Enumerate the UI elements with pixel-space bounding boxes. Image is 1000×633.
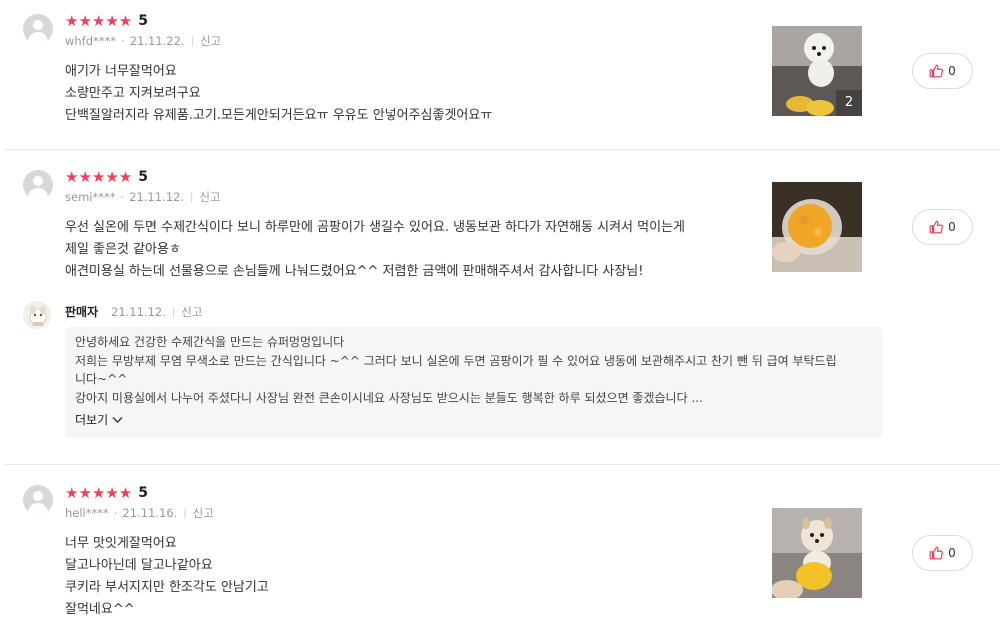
rating-stars: ★★★★★ 5 (65, 485, 148, 501)
seller-name: 판매자 (65, 305, 99, 319)
rating-score: 5 (138, 13, 148, 29)
rating-score: 5 (138, 485, 148, 501)
reply-date: 21.11.12. (111, 305, 166, 319)
review-photo[interactable] (772, 508, 862, 598)
like-count: 0 (948, 64, 956, 78)
review-line: 쿠키라 부서지지만 한조각도 안남기고 (65, 580, 269, 595)
review-line: 우선 실온에 두면 수제간식이다 보니 하루만에 곰팡이가 생길수 있어요. 냉… (65, 220, 685, 235)
like-button[interactable]: 0 (912, 53, 973, 89)
thumbs-up-icon (929, 64, 944, 78)
review-line: 소량만주고 지켜보려구요 (65, 86, 201, 101)
report-link[interactable]: 신고 (181, 304, 202, 320)
review-meta: whfd**** · 21.11.22. | 신고 (65, 33, 222, 49)
chevron-down-icon (112, 417, 123, 424)
reply-line: 저희는 무방부제 무염 무색소로 만드는 간식입니다 ~^^ 그러다 보니 실온… (75, 353, 837, 368)
photo-count-badge: 2 (836, 90, 862, 116)
seller-meta: 21.11.12. | 신고 (111, 304, 203, 320)
rating-stars: ★★★★★ 5 (65, 169, 148, 185)
like-count: 0 (948, 220, 956, 234)
username: hell**** (65, 506, 109, 520)
user-avatar-icon (23, 14, 53, 44)
report-link[interactable]: 신고 (193, 505, 214, 521)
star-rating-icons: ★★★★★ (65, 167, 133, 186)
thumbs-up-icon (929, 546, 944, 560)
username: whfd**** (65, 34, 117, 48)
review-photo[interactable]: 2 (772, 26, 862, 116)
username: semi**** (65, 190, 116, 204)
seller-avatar (23, 301, 51, 329)
review-line: 애견미용실 하는데 선물용으로 손님들께 나눠드렸어요^^ 저렴한 금액에 판매… (65, 264, 644, 279)
report-link[interactable]: 신고 (200, 33, 221, 49)
seller-reply-box: 안녕하세요 건강한 수제간식을 만드는 슈퍼멍멍입니다 저희는 무방부제 무염 … (65, 327, 882, 438)
seller-logo-icon (29, 306, 47, 326)
review-text: 우선 실온에 두면 수제간식이다 보니 하루만에 곰팡이가 생길수 있어요. 냉… (65, 217, 685, 283)
review-divider (5, 149, 1000, 150)
review-date: 21.11.22. (129, 34, 185, 48)
user-avatar-icon (23, 170, 53, 200)
review-date: 21.11.16. (122, 506, 178, 520)
more-button[interactable]: 더보기 (75, 411, 123, 430)
user-avatar-icon (23, 485, 53, 515)
review-meta: hell**** · 21.11.16. | 신고 (65, 505, 214, 521)
reply-line: 안녕하세요 건강한 수제간식을 만드는 슈퍼멍멍입니다 (75, 335, 345, 349)
report-link[interactable]: 신고 (199, 189, 220, 205)
review-photo[interactable] (772, 182, 862, 272)
review-line: 달고나아닌데 달고나같아요 (65, 558, 213, 573)
review-line: 애기가 너무잘먹어요 (65, 64, 177, 79)
like-button[interactable]: 0 (912, 209, 973, 245)
review-date: 21.11.12. (129, 190, 184, 204)
rating-score: 5 (138, 169, 148, 185)
more-label: 더보기 (75, 413, 109, 427)
like-button[interactable]: 0 (912, 535, 973, 571)
review-divider (5, 464, 1000, 465)
star-rating-icons: ★★★★★ (65, 483, 133, 502)
review-text: 너무 맛잇게잘먹어요 달고나아닌데 달고나같아요 쿠키라 부서지지만 한조각도 … (65, 533, 269, 621)
reply-line: 강아지 미용실에서 나누어 주셨다니 사장님 완전 큰손이시네요 사장님도 받으… (75, 390, 703, 405)
dog-photo-image (772, 508, 862, 598)
review-meta: semi**** · 21.11.12. | 신고 (65, 189, 221, 205)
review-line: 잘먹네요^^ (65, 602, 135, 617)
thumbs-up-icon (929, 220, 944, 234)
reply-line: 니다~^^ (75, 372, 128, 386)
review-line: 단백질알러지라 유제품.고기.모든게안되거든요ㅠ 우유도 안넣어주심좋겟어요ㅠ (65, 108, 493, 123)
review-line: 제일 좋은것 같아용ㅎ (65, 242, 181, 257)
rating-stars: ★★★★★ 5 (65, 13, 148, 29)
review-text: 애기가 너무잘먹어요 소량만주고 지켜보려구요 단백질알러지라 유제품.고기.모… (65, 61, 492, 127)
like-count: 0 (948, 546, 956, 560)
review-line: 너무 맛잇게잘먹어요 (65, 536, 177, 551)
snack-photo-image (772, 182, 862, 272)
star-rating-icons: ★★★★★ (65, 11, 133, 30)
